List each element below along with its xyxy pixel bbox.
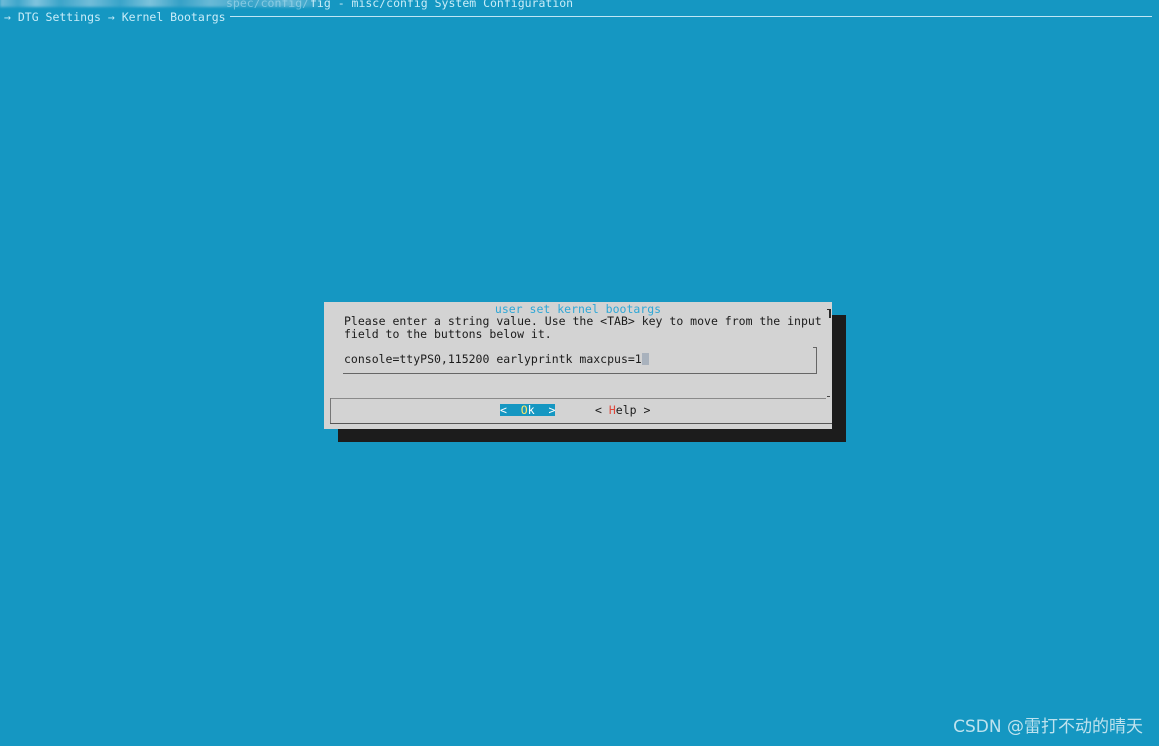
dialog-separator xyxy=(330,398,826,399)
bootargs-input[interactable]: console=ttyPS0,115200 earlyprintk maxcpu… xyxy=(343,347,817,374)
ok-button-hotkey: O xyxy=(520,403,528,417)
help-button-right: > xyxy=(636,403,651,417)
bootargs-input-value: console=ttyPS0,115200 earlyprintk maxcpu… xyxy=(344,352,642,366)
window-title: fig - misc/config System Configuration xyxy=(310,0,574,10)
window-title-path: spec/config/ xyxy=(226,0,310,10)
breadcrumb: → DTG Settings → Kernel Bootargs xyxy=(4,10,226,24)
ok-button[interactable]: < Ok > xyxy=(500,404,555,416)
prompt-line-1: Please enter a string value. Use the <TA… xyxy=(344,314,822,328)
text-cursor xyxy=(641,353,649,365)
ok-button-right: > xyxy=(534,403,556,417)
watermark: CSDN @雷打不动的晴天 xyxy=(953,717,1143,737)
dialog-corner xyxy=(827,309,831,318)
dialog-left-rule xyxy=(330,398,331,424)
bootargs-input-field[interactable]: console=ttyPS0,115200 earlyprintk maxcpu… xyxy=(344,353,649,366)
input-dialog: user set kernel bootargs Please enter a … xyxy=(324,302,832,429)
ok-button-left: < xyxy=(500,403,521,417)
help-button-left: < xyxy=(595,403,609,417)
prompt-line-2: field to the buttons below it. xyxy=(344,327,552,341)
help-button-rest: elp xyxy=(615,403,637,417)
dialog-bottom-rule xyxy=(330,423,832,424)
help-button-hotkey: H xyxy=(608,403,616,417)
help-button[interactable]: < Help > xyxy=(595,404,650,416)
dialog-prompt: Please enter a string value. Use the <TA… xyxy=(344,315,822,341)
separator-mark xyxy=(827,396,830,397)
window-title-bar: spec/config/ fig - misc/config System Co… xyxy=(0,0,620,10)
breadcrumb-rule xyxy=(230,16,1152,17)
ok-button-rest: k xyxy=(527,403,535,417)
